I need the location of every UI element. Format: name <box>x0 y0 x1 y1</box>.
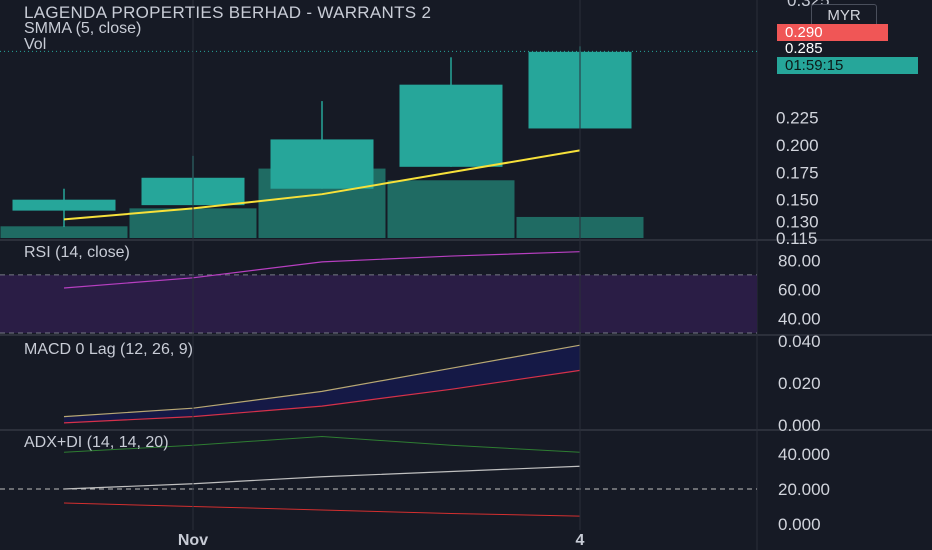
candle-body <box>399 84 503 167</box>
price-tick-label: 0.115 <box>776 229 817 248</box>
macd-tick-label: 0.020 <box>778 374 821 393</box>
countdown-tag: 01:59:15 <box>777 57 918 74</box>
price-tick-label: 0.130 <box>776 213 819 232</box>
macd-tick-label: 0.040 <box>778 332 821 351</box>
time-tick-label: 4 <box>576 532 585 549</box>
adx-tick-label: 40.000 <box>778 445 830 464</box>
volume-bar <box>387 180 515 238</box>
rsi-tick-label: 80.00 <box>778 251 821 270</box>
macd-tick-label: 0.000 <box>778 416 821 435</box>
rsi-label: RSI (14, close) <box>24 244 130 261</box>
macd-label: MACD 0 Lag (12, 26, 9) <box>24 341 193 358</box>
rsi-tick-label: 60.00 <box>778 280 821 299</box>
adx-tick-label: 0.000 <box>778 515 821 534</box>
price-tick-label: 0.175 <box>776 163 819 182</box>
price-tick-label: 0.150 <box>776 191 819 210</box>
adx-tick-label: 20.000 <box>778 480 830 499</box>
adx-label: ADX+DI (14, 14, 20) <box>24 434 169 451</box>
price-tick-label: 0.225 <box>776 109 819 128</box>
volume-label: Vol <box>24 36 47 53</box>
candle-body <box>270 139 374 189</box>
volume-bar <box>0 226 128 238</box>
time-tick-label: Nov <box>178 532 208 549</box>
chart-canvas: 0.1150.130 0.150 0.175 0.200 0.225 40.00 60.00… <box>0 0 932 550</box>
rsi-tick-label: 40.00 <box>778 309 821 328</box>
price-tick-label: 0.200 <box>776 136 819 155</box>
candle-body <box>12 199 116 211</box>
prev-price-tag: 0.285 <box>785 40 823 57</box>
last-price-tag: 0.290 <box>777 24 888 41</box>
